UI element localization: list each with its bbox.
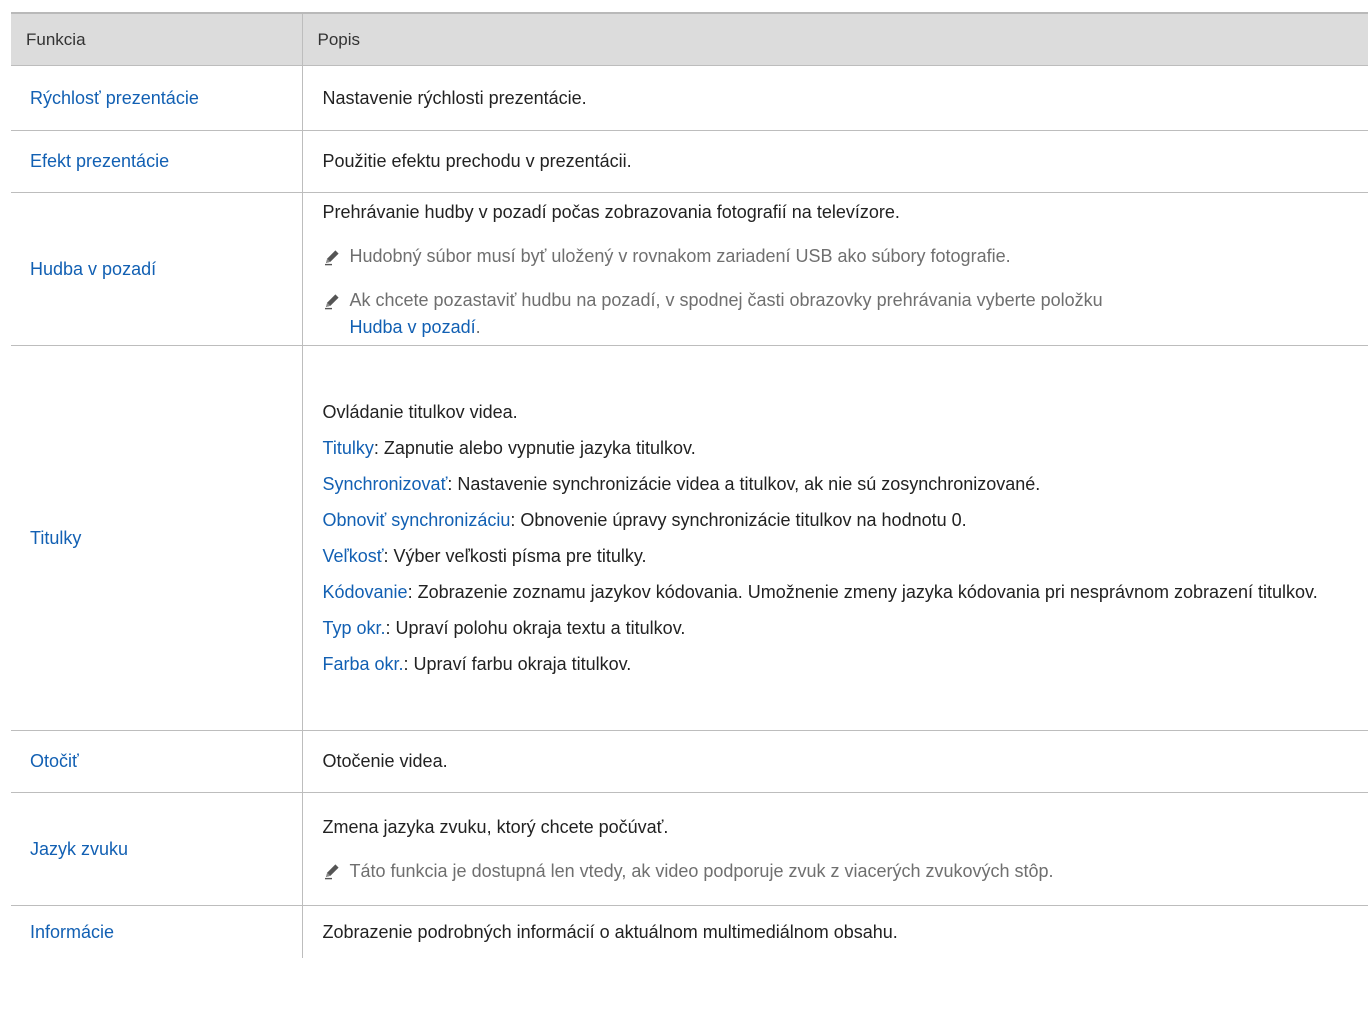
- option-text: : Zapnutie alebo vypnutie jazyka titulko…: [373, 437, 696, 458]
- feature-cell: Hudba v pozadí: [11, 192, 302, 346]
- background-music-link: Hudba v pozadí: [349, 317, 476, 337]
- pencil-note-icon: [323, 287, 350, 314]
- description-text: Prehrávanie hudby v pozadí počas zobrazo…: [322, 202, 900, 222]
- option-text: : Výber veľkosti písma pre titulky.: [383, 545, 647, 566]
- feature-cell: Rýchlosť prezentácie: [11, 65, 302, 131]
- note-text-main: Ak chcete pozastaviť hudbu na pozadí, v …: [349, 290, 1103, 310]
- feature-table-container: Funkcia Popis Rýchlosť prezentácie Nasta…: [11, 12, 1368, 958]
- subtitle-option: Farba okr.: Upraví farbu okraja titulkov…: [323, 651, 1347, 678]
- table-row-subtitles: Titulky Ovládanie titulkov videa. Titulk…: [11, 345, 1368, 731]
- description-cell: Ovládanie titulkov videa. Titulky: Zapnu…: [301, 345, 1368, 731]
- table-row-slideshow-effect: Efekt prezentácie Použitie efektu precho…: [11, 130, 1368, 193]
- pencil-note-icon: [323, 243, 350, 270]
- feature-cell: Titulky: [11, 345, 302, 731]
- option-text: : Obnovenie úpravy synchronizácie titulk…: [510, 509, 967, 530]
- table-row-rotate: Otočiť Otočenie videa.: [11, 730, 1368, 793]
- option-term: Kódovanie: [322, 581, 408, 602]
- option-text: : Upraví polohu okraja textu a titulkov.: [385, 617, 686, 638]
- note: Ak chcete pozastaviť hudbu na pozadí, v …: [323, 287, 1347, 341]
- option-term: Typ okr.: [322, 617, 386, 638]
- description-text: Ovládanie titulkov videa.: [322, 401, 518, 422]
- subtitle-option: Veľkosť: Výber veľkosti písma pre titulk…: [323, 543, 1347, 570]
- subtitle-option: Kódovanie: Zobrazenie zoznamu jazykov kó…: [323, 579, 1347, 606]
- option-text: : Nastavenie synchronizácie videa a titu…: [447, 473, 1041, 494]
- description-cell: Nastavenie rýchlosti prezentácie.: [301, 65, 1368, 131]
- option-term: Farba okr.: [322, 653, 404, 674]
- header-description: Popis: [301, 12, 1368, 66]
- pencil-note-icon: [323, 858, 350, 885]
- feature-cell: Informácie: [30, 921, 115, 942]
- description-cell: Prehrávanie hudby v pozadí počas zobrazo…: [301, 192, 1368, 346]
- feature-cell: Efekt prezentácie: [11, 130, 302, 193]
- table-header-row: Funkcia Popis: [11, 12, 1368, 66]
- description-cell: Otočenie videa.: [301, 730, 1368, 793]
- option-term: Obnoviť synchronizáciu: [322, 509, 511, 530]
- header-feature: Funkcia: [11, 12, 302, 66]
- table-row-background-music: Hudba v pozadí Prehrávanie hudby v pozad…: [11, 192, 1368, 346]
- note: Táto funkcia je dostupná len vtedy, ak v…: [323, 858, 1347, 885]
- table-row-information: Informácie Zobrazenie podrobných informá…: [11, 905, 1368, 958]
- feature-table: Funkcia Popis Rýchlosť prezentácie Nasta…: [11, 12, 1368, 958]
- table-row-audio-language: Jazyk zvuku Zmena jazyka zvuku, ktorý ch…: [11, 792, 1368, 906]
- table-row-slideshow-speed: Rýchlosť prezentácie Nastavenie rýchlost…: [11, 65, 1368, 131]
- subtitle-option: Synchronizovať: Nastavenie synchronizáci…: [323, 471, 1347, 498]
- note-text-end: .: [475, 317, 481, 337]
- note: Hudobný súbor musí byť uložený v rovnako…: [323, 243, 1347, 270]
- note-text: Hudobný súbor musí byť uložený v rovnako…: [349, 246, 1011, 266]
- subtitle-option: Typ okr.: Upraví polohu okraja textu a t…: [323, 615, 1347, 642]
- description-cell: Použitie efektu prechodu v prezentácii.: [301, 130, 1368, 193]
- feature-cell: Jazyk zvuku: [11, 792, 302, 906]
- option-term: Titulky: [322, 437, 374, 458]
- feature-cell: Otočiť: [11, 730, 302, 793]
- description-cell: Zmena jazyka zvuku, ktorý chcete počúvať…: [301, 792, 1368, 906]
- option-term: Veľkosť: [322, 545, 384, 566]
- subtitle-option: Obnoviť synchronizáciu: Obnovenie úpravy…: [323, 507, 1347, 534]
- option-term: Synchronizovať: [322, 473, 448, 494]
- description-text: Zmena jazyka zvuku, ktorý chcete počúvať…: [322, 816, 669, 837]
- note-text: Táto funkcia je dostupná len vtedy, ak v…: [349, 860, 1054, 881]
- subtitle-option: Titulky: Zapnutie alebo vypnutie jazyka …: [323, 435, 1347, 462]
- option-text: : Zobrazenie zoznamu jazykov kódovania. …: [407, 581, 1318, 602]
- description-cell: Zobrazenie podrobných informácií o aktuá…: [301, 905, 1368, 958]
- option-text: : Upraví farbu okraja titulkov.: [403, 653, 632, 674]
- note-text: Ak chcete pozastaviť hudbu na pozadí, v …: [350, 287, 1103, 341]
